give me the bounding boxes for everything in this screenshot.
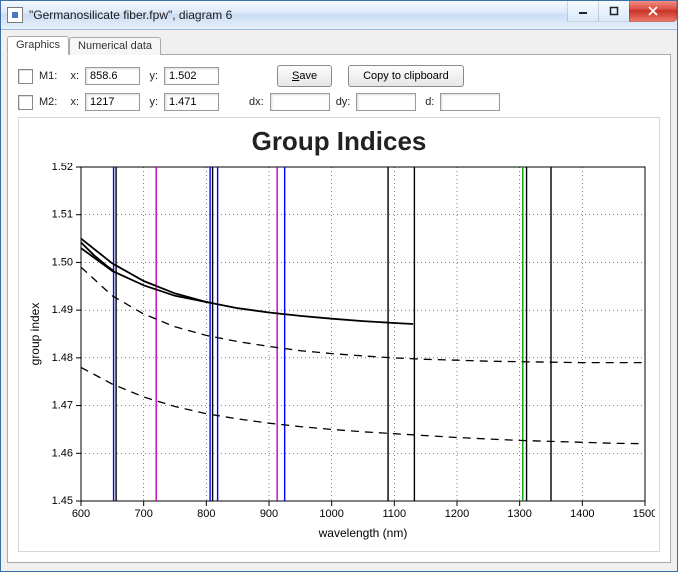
svg-text:1100: 1100 xyxy=(383,508,407,520)
m2-y-input[interactable] xyxy=(164,93,219,111)
svg-text:1.49: 1.49 xyxy=(52,304,73,316)
maximize-icon xyxy=(609,6,619,16)
titlebar[interactable]: "Germanosilicate fiber.fpw", diagram 6 xyxy=(1,1,677,30)
m1-y-label: y: xyxy=(146,70,158,82)
d-label: d: xyxy=(422,96,434,108)
close-button[interactable] xyxy=(629,1,677,22)
svg-text:600: 600 xyxy=(72,508,90,520)
svg-text:1.51: 1.51 xyxy=(52,209,73,221)
svg-text:1000: 1000 xyxy=(319,508,343,520)
close-icon xyxy=(647,6,659,16)
svg-text:wavelength (nm): wavelength (nm) xyxy=(318,526,408,540)
chart-panel: Group Indices 600 700 800 900 1000 1100 1200 13… xyxy=(18,117,660,552)
window-title: "Germanosilicate fiber.fpw", diagram 6 xyxy=(29,8,232,22)
m1-label: M1: xyxy=(39,70,61,82)
dx-output xyxy=(270,93,330,111)
app-window: "Germanosilicate fiber.fpw", diagram 6 G… xyxy=(0,0,678,572)
m1-x-input[interactable] xyxy=(85,67,140,85)
maximize-button[interactable] xyxy=(598,1,630,22)
svg-text:1400: 1400 xyxy=(570,508,594,520)
m1-checkbox[interactable] xyxy=(18,69,33,84)
svg-text:1300: 1300 xyxy=(507,508,531,520)
m2-x-label: x: xyxy=(67,96,79,108)
svg-text:1200: 1200 xyxy=(445,508,469,520)
marker-controls: M1: x: y: Save Copy to clipboard M2: x: … xyxy=(18,65,660,111)
client-area: Graphics Numerical data M1: x: y: Save C… xyxy=(1,30,677,571)
save-button[interactable]: Save xyxy=(277,65,332,87)
svg-text:800: 800 xyxy=(197,508,215,520)
svg-text:900: 900 xyxy=(260,508,278,520)
tab-numerical-data[interactable]: Numerical data xyxy=(69,37,161,55)
m2-x-input[interactable] xyxy=(85,93,140,111)
dx-label: dx: xyxy=(249,96,264,108)
m1-y-input[interactable] xyxy=(164,67,219,85)
dy-label: dy: xyxy=(336,96,351,108)
svg-text:1.47: 1.47 xyxy=(52,400,73,412)
chart-svg: 600 700 800 900 1000 1100 1200 1300 1400 1500 1.45… xyxy=(25,163,655,543)
copy-clipboard-button[interactable]: Copy to clipboard xyxy=(348,65,464,87)
chart-title: Group Indices xyxy=(25,126,653,157)
minimize-button[interactable] xyxy=(567,1,599,22)
svg-text:700: 700 xyxy=(134,508,152,520)
svg-text:1.50: 1.50 xyxy=(52,256,73,268)
svg-text:1.48: 1.48 xyxy=(52,352,73,364)
minimize-icon xyxy=(578,6,588,16)
m2-label: M2: xyxy=(39,96,61,108)
tab-strip: Graphics Numerical data xyxy=(7,34,671,55)
app-icon xyxy=(7,7,23,23)
tab-graphics[interactable]: Graphics xyxy=(7,36,69,55)
m2-checkbox[interactable] xyxy=(18,95,33,110)
chart-plot[interactable]: 600 700 800 900 1000 1100 1200 1300 1400 1500 1.45… xyxy=(25,163,655,543)
dy-output xyxy=(356,93,416,111)
d-output xyxy=(440,93,500,111)
svg-text:1500: 1500 xyxy=(633,508,655,520)
tab-page-graphics: M1: x: y: Save Copy to clipboard M2: x: … xyxy=(7,55,671,563)
m1-x-label: x: xyxy=(67,70,79,82)
marker-row-m1: M1: x: y: Save Copy to clipboard xyxy=(18,65,660,87)
window-buttons xyxy=(568,1,677,21)
svg-text:1.45: 1.45 xyxy=(52,495,73,507)
button-row: Save Copy to clipboard xyxy=(277,65,464,87)
marker-row-m2: M2: x: y: dx: dy: d: xyxy=(18,93,660,111)
svg-text:1.52: 1.52 xyxy=(52,163,73,173)
svg-text:1.46: 1.46 xyxy=(52,447,73,459)
svg-text:group index: group index xyxy=(28,303,42,366)
m2-y-label: y: xyxy=(146,96,158,108)
